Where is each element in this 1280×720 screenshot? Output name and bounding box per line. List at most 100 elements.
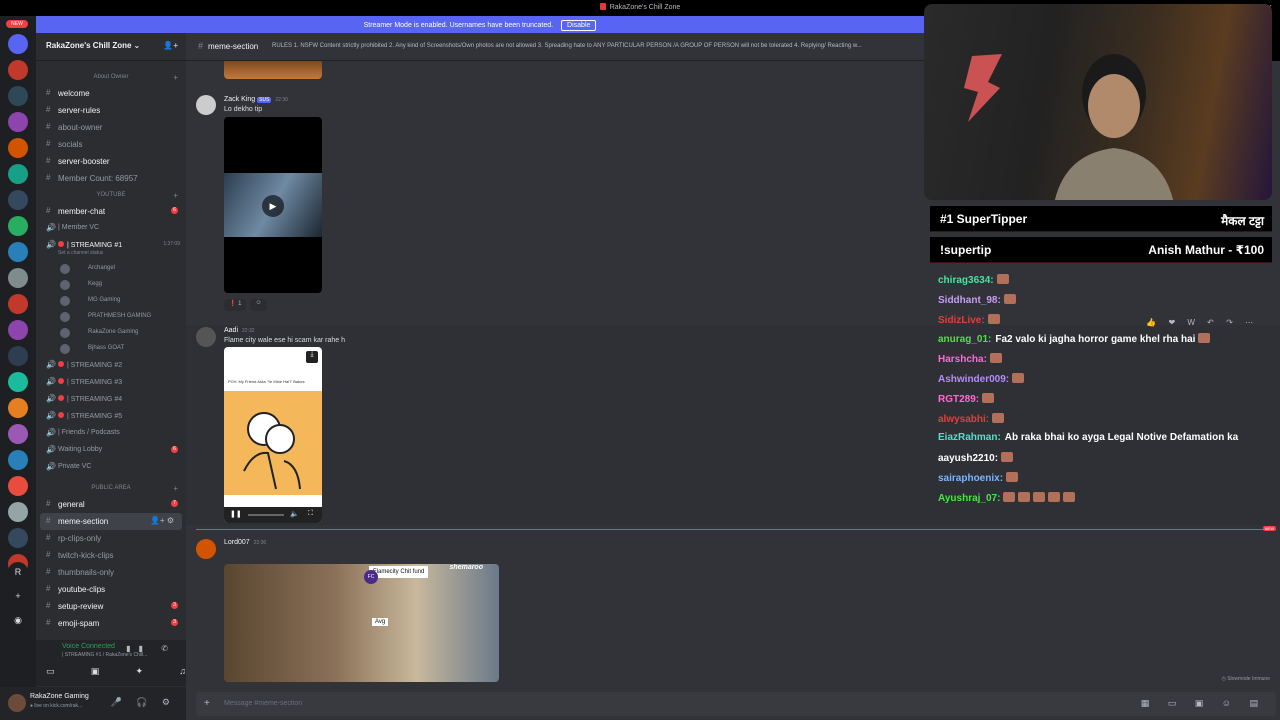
- message-author[interactable]: Aadi 22:32: [224, 327, 255, 334]
- voice-channel-private-vc[interactable]: 🔊 Private VC: [36, 459, 186, 476]
- server-icon[interactable]: [8, 138, 28, 158]
- server-icon[interactable]: [8, 476, 28, 496]
- add-reaction-icon[interactable]: ☺: [250, 299, 267, 311]
- channel-item[interactable]: # youtube-clips: [36, 581, 186, 598]
- avatar[interactable]: [196, 95, 216, 115]
- voice-channel-friends[interactable]: 🔊 | Friends / Podcasts: [36, 425, 186, 442]
- chat-username[interactable]: EiazRahman:: [938, 432, 1001, 443]
- voice-channel-member-vc[interactable]: 🔊 | Member VC: [36, 220, 186, 237]
- camera-icon[interactable]: ▭: [46, 666, 55, 677]
- category-about-owner[interactable]: About Owner +: [36, 69, 186, 85]
- chat-username[interactable]: chirag3634:: [938, 275, 994, 286]
- voice-user[interactable]: PRATHMESH GAMING: [36, 309, 186, 325]
- screen-share-icon[interactable]: ▣: [91, 666, 100, 677]
- add-channel-icon[interactable]: +: [173, 484, 178, 493]
- meme-video-attachment[interactable]: POV: My Friend Asks 'Ye Mine Hai?' Babes…: [224, 347, 322, 523]
- chat-username[interactable]: aayush2210:: [938, 453, 998, 464]
- composer-tools[interactable]: ▦ ▭ ▣ ☺ ▤: [1141, 698, 1266, 709]
- video-attachment[interactable]: ▶: [224, 117, 322, 293]
- video-progress-bar[interactable]: [248, 514, 284, 516]
- movie-clip-attachment[interactable]: Flamecity Chit fund FC Avg shemaroo: [224, 564, 499, 682]
- chat-username[interactable]: alwysabhi:: [938, 414, 989, 425]
- server-header[interactable]: RakaZone's Chill Zone ⌄ 👤+: [36, 33, 186, 61]
- disconnect-icon[interactable]: ▮▮ ✆: [126, 644, 176, 653]
- server-icon[interactable]: [8, 216, 28, 236]
- server-icon[interactable]: [8, 398, 28, 418]
- channel-item[interactable]: # meme-section 👤+ ⚙: [40, 513, 182, 530]
- invite-icon[interactable]: 👤+: [163, 41, 178, 50]
- voice-channel-streaming[interactable]: 🔊 | STREAMING #3: [36, 374, 186, 391]
- add-channel-icon[interactable]: +: [173, 191, 178, 200]
- voice-user[interactable]: RakaZone Gaming: [36, 325, 186, 341]
- server-icon[interactable]: [8, 60, 28, 80]
- message-input-box[interactable]: + Message #meme-section ▦ ▭ ▣ ☺ ▤: [196, 692, 1276, 716]
- add-server-icon[interactable]: +: [8, 586, 28, 606]
- channel-topic[interactable]: RULES 1. NSFW Content strictly prohibite…: [272, 43, 862, 49]
- channel-member-chat[interactable]: # member-chat 6: [36, 203, 186, 220]
- server-icon[interactable]: [8, 320, 28, 340]
- soundboard-icon[interactable]: ♫: [179, 666, 186, 677]
- add-attachment-icon[interactable]: +: [204, 698, 210, 709]
- voice-channel-streaming[interactable]: 🔊 | STREAMING #5: [36, 408, 186, 425]
- channel-item[interactable]: # about-owner: [36, 119, 186, 136]
- message-input[interactable]: Message #meme-section: [224, 700, 302, 707]
- add-channel-icon[interactable]: +: [173, 73, 178, 82]
- server-icon[interactable]: [8, 424, 28, 444]
- message-action-toolbar[interactable]: 👍 ❤ W ↶ ↷ ⋯: [1146, 318, 1258, 327]
- disable-streamer-mode-button[interactable]: Disable: [561, 20, 597, 31]
- server-icon[interactable]: [8, 372, 28, 392]
- avatar[interactable]: [196, 327, 216, 347]
- chat-username[interactable]: anurag_01:: [938, 334, 991, 345]
- server-icon[interactable]: [8, 34, 28, 54]
- channel-settings-icon[interactable]: 👤+ ⚙: [150, 516, 174, 525]
- chat-username[interactable]: Harshcha:: [938, 354, 987, 365]
- channel-item[interactable]: # rp-clips-only: [36, 530, 186, 547]
- server-icon[interactable]: [8, 450, 28, 470]
- avatar[interactable]: [196, 539, 216, 559]
- server-icon[interactable]: [8, 528, 28, 548]
- server-icon[interactable]: [8, 86, 28, 106]
- channel-item[interactable]: # general 7: [36, 496, 186, 513]
- voice-channel-streaming[interactable]: 🔊 | STREAMING #2: [36, 357, 186, 374]
- channel-item[interactable]: # thumbnails-only: [36, 564, 186, 581]
- chat-username[interactable]: Ashwinder009:: [938, 374, 1009, 385]
- download-icon[interactable]: ⤓: [306, 351, 318, 363]
- channel-item[interactable]: # emoji-spam 3: [36, 615, 186, 632]
- fullscreen-icon[interactable]: ⛶: [308, 510, 313, 518]
- channel-item[interactable]: # setup-review 3: [36, 598, 186, 615]
- server-icon[interactable]: [8, 294, 28, 314]
- voice-channel-streaming[interactable]: 🔊 | STREAMING #4: [36, 391, 186, 408]
- chat-username[interactable]: RGT289:: [938, 394, 979, 405]
- explore-icon[interactable]: ◉: [8, 610, 28, 630]
- user-controls[interactable]: 🎤 🎧 ⚙: [111, 697, 176, 708]
- chat-username[interactable]: SidizLive:: [938, 315, 985, 326]
- voice-user[interactable]: Archangel: [36, 261, 186, 277]
- reaction-button[interactable]: ❗ 1: [224, 299, 247, 311]
- channel-item[interactable]: # server-rules: [36, 102, 186, 119]
- voice-user[interactable]: Kegg: [36, 277, 186, 293]
- volume-icon[interactable]: 🔈: [290, 510, 299, 518]
- channel-item[interactable]: # welcome: [36, 85, 186, 102]
- server-icon[interactable]: [8, 164, 28, 184]
- voice-user[interactable]: MG Gaming: [36, 293, 186, 309]
- server-letter-icon[interactable]: R: [8, 562, 28, 582]
- chat-username[interactable]: sairaphoenix:: [938, 473, 1003, 484]
- server-icon[interactable]: [8, 268, 28, 288]
- voice-channel-waiting-lobby[interactable]: 🔊 Waiting Lobby 6: [36, 442, 186, 459]
- avatar[interactable]: [8, 694, 26, 712]
- previous-image-attachment[interactable]: [224, 61, 322, 79]
- play-icon[interactable]: ▶: [262, 195, 284, 217]
- server-icon[interactable]: [8, 112, 28, 132]
- message-author[interactable]: Lord007 22:36: [224, 539, 266, 546]
- channel-item[interactable]: # twitch-kick-clips: [36, 547, 186, 564]
- chat-username[interactable]: Siddhant_98:: [938, 295, 1001, 306]
- pause-icon[interactable]: ❚❚: [230, 510, 242, 518]
- server-icon[interactable]: [8, 242, 28, 262]
- voice-user[interactable]: B​jhass GOAT: [36, 341, 186, 357]
- channel-item[interactable]: # server-booster: [36, 153, 186, 170]
- message-author[interactable]: Zack King SUS 22:30: [224, 96, 288, 103]
- channel-item[interactable]: # socials: [36, 136, 186, 153]
- server-icon[interactable]: [8, 190, 28, 210]
- category-public-area[interactable]: PUBLIC AREA +: [36, 480, 186, 496]
- server-icon[interactable]: [8, 346, 28, 366]
